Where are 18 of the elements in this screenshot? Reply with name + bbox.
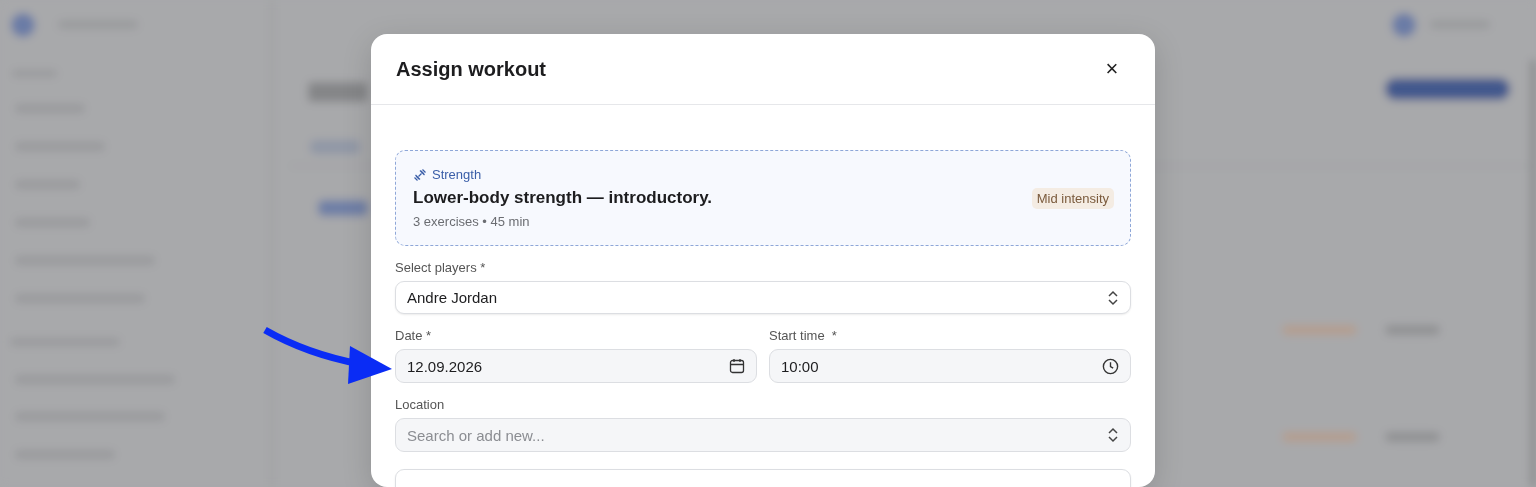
select-field[interactable]: Andre Jordan bbox=[395, 281, 1131, 314]
chevron-updown-icon bbox=[1107, 289, 1119, 306]
date-field[interactable]: 12.09.2026 bbox=[395, 349, 757, 383]
chevron-updown-icon bbox=[1107, 427, 1119, 443]
workout-title: Lower-body strength — introductory. bbox=[413, 188, 713, 208]
close-button[interactable]: × bbox=[1102, 57, 1122, 81]
field-label: Date * bbox=[395, 328, 432, 343]
field-label: Start time * bbox=[769, 328, 837, 343]
category-label: Strength bbox=[432, 167, 482, 182]
dumbbell-icon bbox=[413, 167, 427, 182]
clock-icon bbox=[1102, 357, 1119, 375]
dialog-title: Assign workout bbox=[396, 57, 546, 81]
calendar-icon bbox=[729, 358, 745, 374]
field-label: Select players * bbox=[395, 260, 486, 275]
intensity-tag: Mid intensity bbox=[1031, 187, 1114, 209]
time-field[interactable]: 10:00 bbox=[769, 349, 1131, 383]
workout-details: 3 exercises • 45 min bbox=[413, 214, 531, 229]
field-label: Location bbox=[395, 397, 445, 412]
